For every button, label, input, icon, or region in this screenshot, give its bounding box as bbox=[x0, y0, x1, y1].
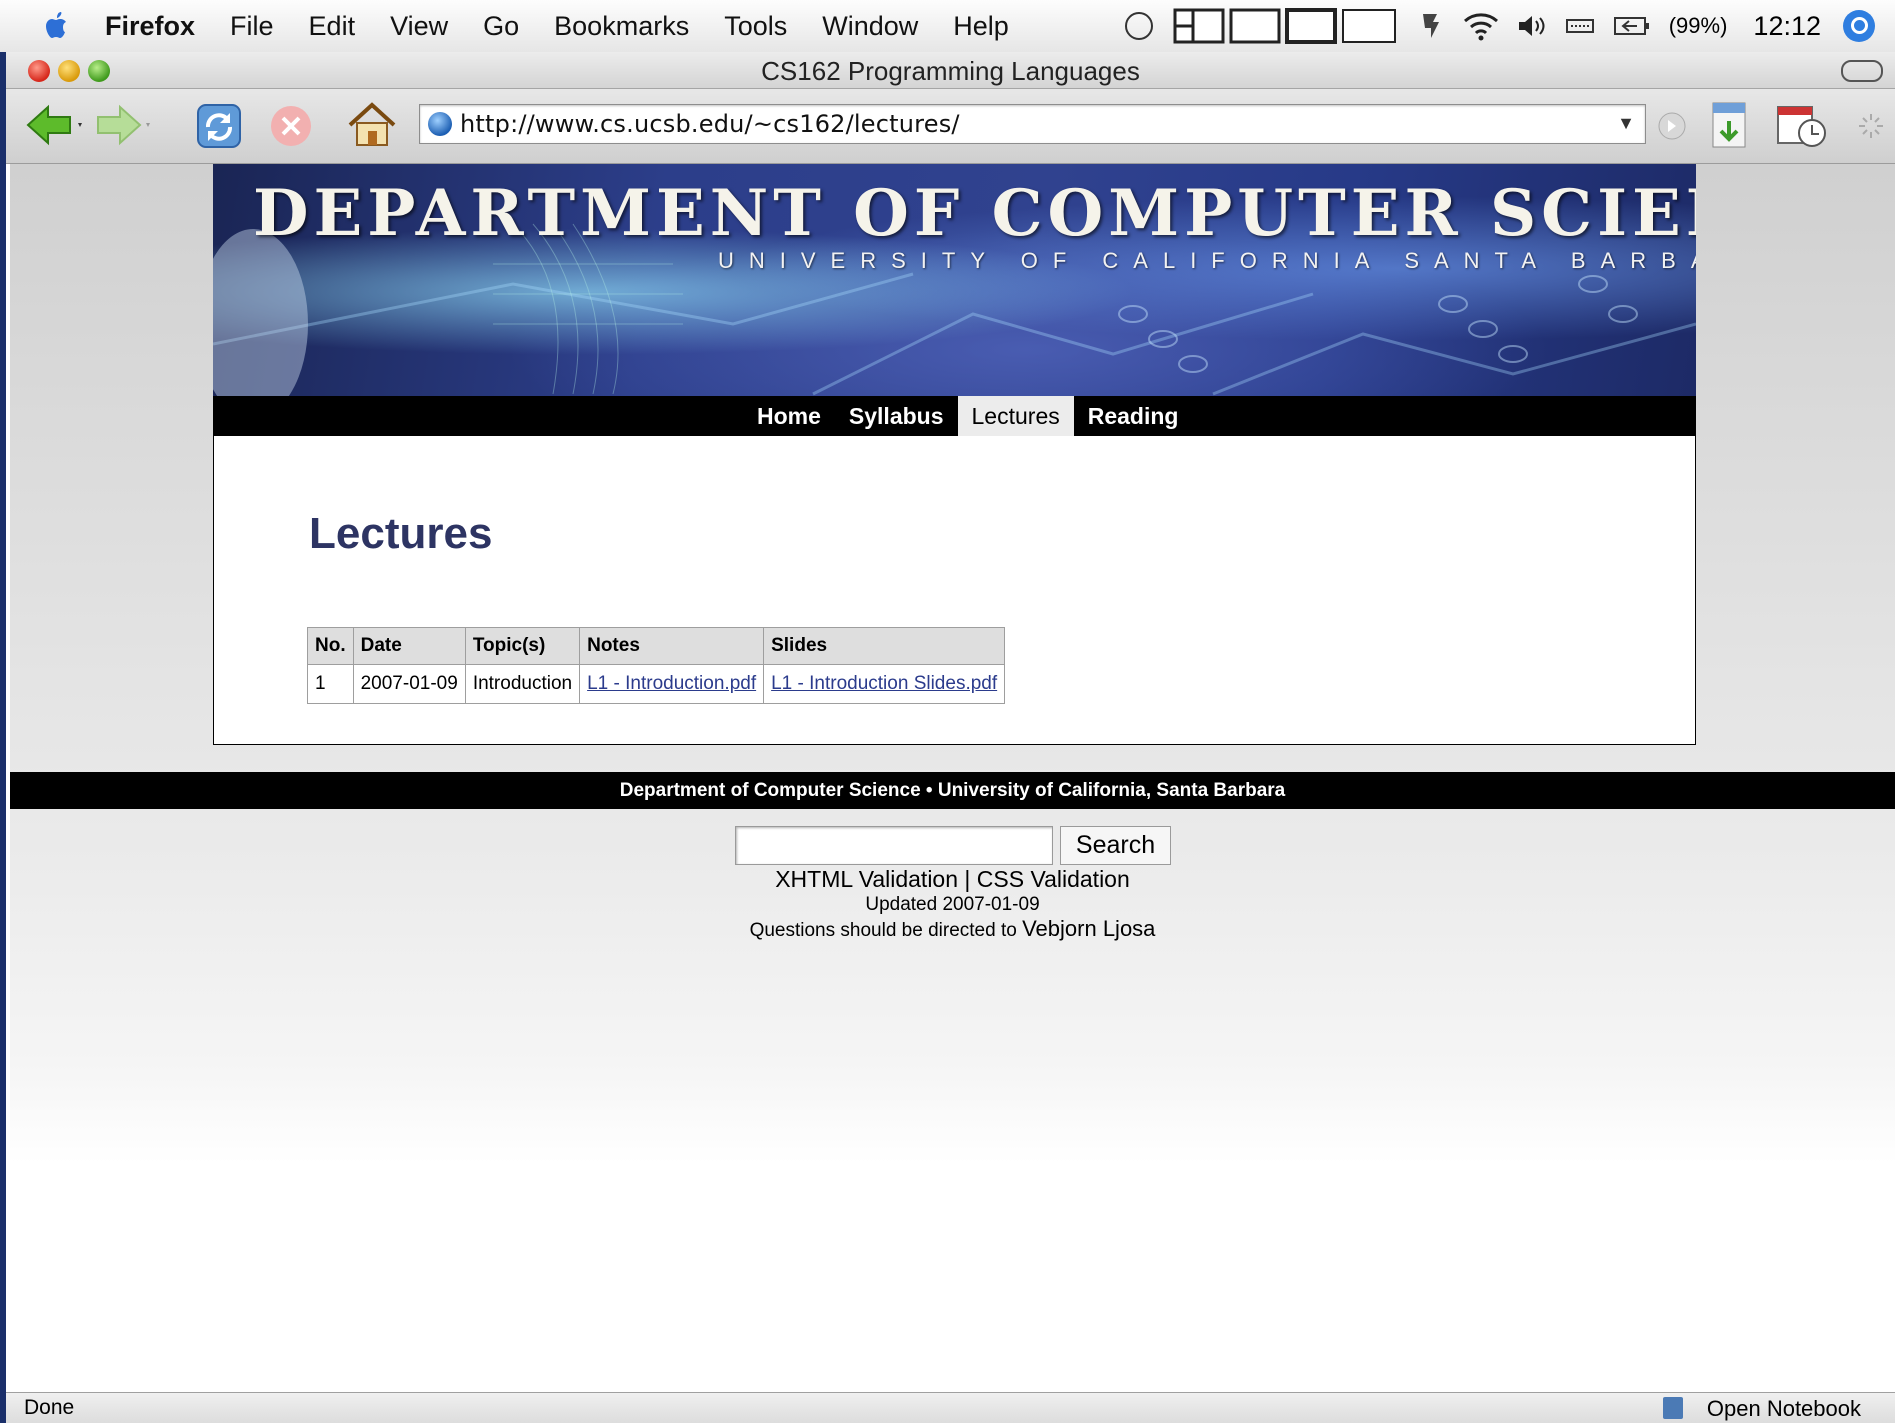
script-menu-icon[interactable] bbox=[1417, 10, 1445, 42]
notes-link[interactable]: L1 - Introduction.pdf bbox=[587, 673, 756, 694]
updated-date: Updated 2007-01-09 bbox=[865, 894, 1040, 915]
toolbar-toggle-button[interactable] bbox=[1841, 60, 1883, 82]
validation-links[interactable]: XHTML Validation | CSS Validation bbox=[10, 866, 1895, 893]
url-dropdown-icon[interactable]: ▼ bbox=[1617, 113, 1635, 134]
open-notebook-button[interactable]: Open Notebook bbox=[1707, 1396, 1861, 1422]
menu-firefox[interactable]: Firefox bbox=[105, 11, 195, 42]
col-header-no: No. bbox=[307, 627, 354, 665]
menu-help[interactable]: Help bbox=[953, 11, 1009, 42]
go-icon[interactable] bbox=[1657, 111, 1687, 141]
nav-syllabus[interactable]: Syllabus bbox=[835, 396, 958, 436]
col-header-notes: Notes bbox=[579, 627, 765, 665]
nav-lectures[interactable]: Lectures bbox=[957, 396, 1074, 436]
cell-topic: Introduction bbox=[464, 664, 581, 704]
sync-circle-icon[interactable] bbox=[1123, 10, 1155, 42]
banner-title: DEPARTMENT OF COMPUTER SCIENCE bbox=[253, 176, 1696, 251]
menu-tools[interactable]: Tools bbox=[724, 11, 787, 42]
menubar-clock[interactable]: 12:12 bbox=[1753, 11, 1821, 42]
battery-icon[interactable] bbox=[1613, 15, 1651, 37]
spotlight-icon[interactable] bbox=[1843, 10, 1875, 42]
notebook-icon[interactable] bbox=[1663, 1397, 1683, 1419]
contact-link[interactable]: Vebjorn Ljosa bbox=[1022, 916, 1155, 941]
apple-icon[interactable] bbox=[40, 9, 74, 43]
menu-edit[interactable]: Edit bbox=[309, 11, 356, 42]
col-header-topics: Topic(s) bbox=[464, 627, 581, 665]
footer-bar: Department of Computer Science • Univers… bbox=[10, 772, 1895, 809]
menu-bar: Firefox File Edit View Go Bookmarks Tool… bbox=[0, 0, 1895, 53]
page-title: Lectures bbox=[309, 509, 493, 558]
menu-view[interactable]: View bbox=[390, 11, 448, 42]
wifi-icon[interactable] bbox=[1463, 11, 1499, 41]
window-titlebar: CS162 Programming Languages bbox=[6, 52, 1895, 89]
menu-window[interactable]: Window bbox=[822, 11, 918, 42]
col-header-slides: Slides bbox=[763, 627, 1006, 665]
menu-go[interactable]: Go bbox=[483, 11, 519, 42]
back-icon[interactable] bbox=[24, 103, 86, 147]
nav-home[interactable]: Home bbox=[743, 396, 835, 436]
forward-icon[interactable] bbox=[94, 103, 156, 147]
search-input[interactable] bbox=[735, 826, 1053, 865]
window-title: CS162 Programming Languages bbox=[761, 56, 1140, 86]
cell-no: 1 bbox=[307, 664, 354, 704]
contact-line: Questions should be directed to Vebjorn … bbox=[10, 916, 1895, 942]
desktop-edge bbox=[0, 52, 6, 1423]
url-bar[interactable]: http://www.cs.ucsb.edu/~cs162/lectures/ … bbox=[419, 104, 1646, 144]
status-text: Done bbox=[24, 1396, 75, 1419]
activity-throbber-icon bbox=[1859, 114, 1883, 138]
history-icon[interactable] bbox=[1774, 99, 1830, 151]
browser-toolbar: http://www.cs.ucsb.edu/~cs162/lectures/ … bbox=[6, 89, 1895, 164]
col-header-date: Date bbox=[352, 627, 466, 665]
department-banner: DEPARTMENT OF COMPUTER SCIENCE UNIVERSIT… bbox=[213, 164, 1696, 396]
page-viewport: DEPARTMENT OF COMPUTER SCIENCE UNIVERSIT… bbox=[10, 164, 1895, 1392]
menu-file[interactable]: File bbox=[230, 11, 274, 42]
site-icon bbox=[428, 112, 452, 136]
cell-slides: L1 - Introduction Slides.pdf bbox=[763, 664, 1006, 704]
stop-icon[interactable] bbox=[268, 103, 314, 149]
battery-percent: (99%) bbox=[1668, 13, 1728, 38]
nav-reading[interactable]: Reading bbox=[1074, 396, 1193, 436]
banner-subtitle: UNIVERSITY OF CALIFORNIA SANTA BARBARA bbox=[718, 248, 1696, 273]
lectures-table: No. Date Topic(s) Notes Slides 1 2007-01… bbox=[307, 627, 1006, 704]
status-bar: Done Open Notebook bbox=[6, 1392, 1895, 1423]
site-nav: Home Syllabus Lectures Reading bbox=[213, 396, 1696, 436]
status-menus: (99%) 12:12 bbox=[1123, 0, 1895, 52]
content-panel: Lectures No. Date Topic(s) Notes Slides … bbox=[213, 436, 1696, 745]
cell-date: 2007-01-09 bbox=[352, 664, 466, 704]
menu-bookmarks[interactable]: Bookmarks bbox=[554, 11, 689, 42]
keyboard-icon[interactable] bbox=[1565, 16, 1595, 36]
spaces-icon[interactable] bbox=[1173, 8, 1399, 44]
questions-text: Questions should be directed to bbox=[749, 920, 1017, 941]
search-button[interactable]: Search bbox=[1060, 826, 1171, 865]
table-row: 1 2007-01-09 Introduction L1 - Introduct… bbox=[307, 664, 1006, 704]
table-header-row: No. Date Topic(s) Notes Slides bbox=[307, 627, 1006, 665]
downloads-icon[interactable] bbox=[1709, 101, 1749, 151]
home-icon[interactable] bbox=[346, 101, 398, 149]
reload-icon[interactable] bbox=[194, 101, 244, 151]
volume-icon[interactable] bbox=[1517, 12, 1547, 40]
screen: Firefox File Edit View Go Bookmarks Tool… bbox=[0, 0, 1895, 1423]
cell-notes: L1 - Introduction.pdf bbox=[579, 664, 765, 704]
url-text[interactable]: http://www.cs.ucsb.edu/~cs162/lectures/ bbox=[460, 110, 960, 138]
slides-link[interactable]: L1 - Introduction Slides.pdf bbox=[771, 673, 997, 694]
